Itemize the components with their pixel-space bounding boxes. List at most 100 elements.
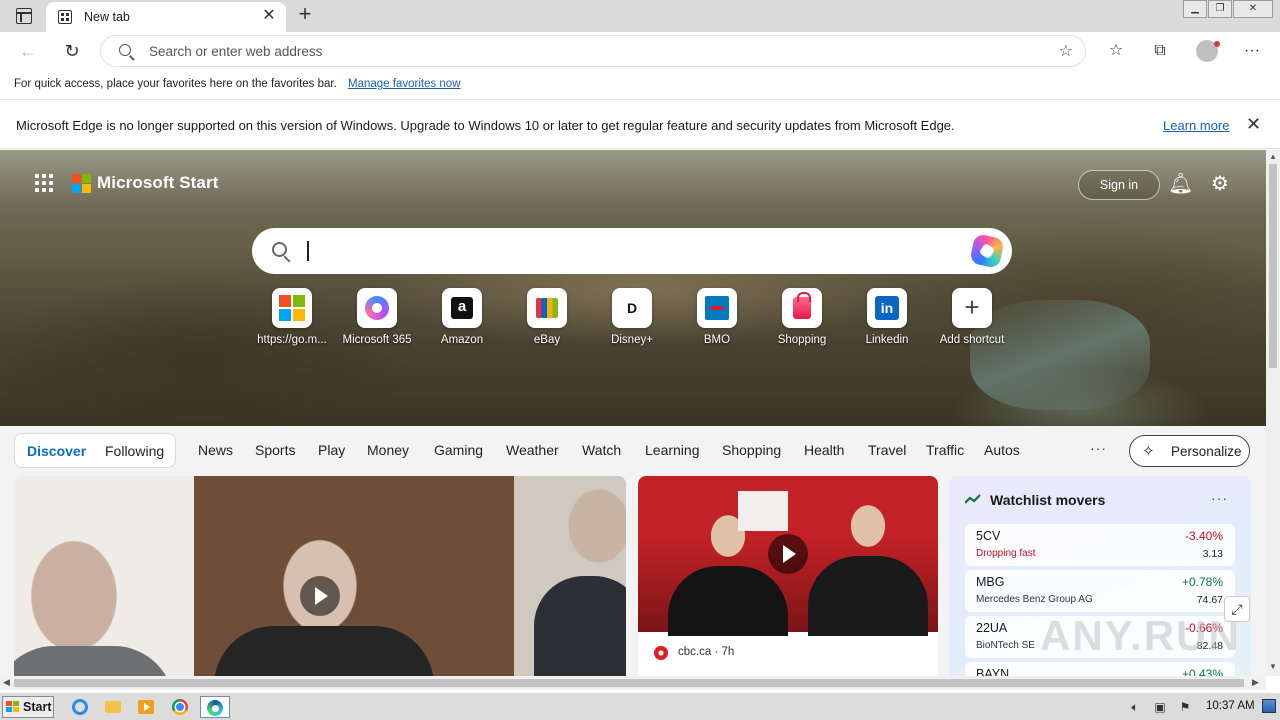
new-tab-favicon-icon — [58, 10, 72, 24]
shortcut-microsoft-365[interactable]: Microsoft 365 — [334, 288, 420, 346]
shopping-tile — [782, 288, 822, 328]
show-desktop-icon[interactable] — [1262, 699, 1276, 713]
folder-icon — [105, 701, 121, 713]
collections-icon[interactable]: ⧉ — [1147, 39, 1173, 63]
tab-title: New tab — [84, 10, 130, 24]
stock-name: BioNTech SE — [976, 640, 1035, 651]
watchlist-more-button[interactable]: ··· — [1211, 490, 1228, 506]
category-watch[interactable]: Watch — [582, 442, 621, 458]
play-icon[interactable] — [768, 534, 808, 574]
sign-in-button[interactable]: Sign in — [1078, 170, 1160, 200]
shortcut-bmo[interactable]: BMO — [674, 288, 760, 346]
new-tab-page: Microsoft Start Sign in 🔔︎ ⚙ https://go.… — [0, 150, 1266, 676]
favorites-icon[interactable]: ☆ — [1103, 39, 1129, 63]
category-news[interactable]: News — [198, 442, 233, 458]
category-money[interactable]: Money — [367, 442, 409, 458]
stock-symbol: BAYN — [976, 667, 1010, 676]
category-traffic[interactable]: Traffic — [926, 442, 964, 458]
play-icon[interactable] — [300, 576, 340, 616]
edge-taskbar-button[interactable] — [200, 696, 230, 718]
tab-following[interactable]: Following — [105, 443, 164, 459]
feed-navigation: Discover Following News Sports Play Mone… — [0, 426, 1266, 476]
manage-favorites-link[interactable]: Manage favorites now — [348, 78, 461, 90]
scroll-right-icon[interactable]: ▶ — [1252, 677, 1259, 688]
internet-explorer-taskbar-button[interactable] — [68, 696, 92, 718]
featured-video-card[interactable] — [14, 476, 626, 676]
stock-name: Dropping fast — [976, 548, 1036, 559]
scroll-up-icon[interactable]: ▲ — [1269, 152, 1277, 161]
category-gaming[interactable]: Gaming — [434, 442, 483, 458]
volume-icon[interactable]: 🔈︎ — [1128, 700, 1142, 714]
scrollbar-thumb[interactable] — [14, 679, 1244, 687]
shortcut-go-microsoft[interactable]: https://go.m... — [249, 288, 335, 346]
add-shortcut-button[interactable]: + Add shortcut — [929, 288, 1015, 346]
category-play[interactable]: Play — [318, 442, 345, 458]
horizontal-scrollbar[interactable]: ◀ ▶ — [0, 676, 1266, 690]
stock-change: +0.43% — [1181, 667, 1223, 676]
settings-more-icon[interactable]: ··· — [1239, 39, 1265, 63]
shortcut-disney-plus[interactable]: D Disney+ — [589, 288, 675, 346]
personalize-label: Personalize — [1171, 444, 1242, 459]
close-tab-icon[interactable]: ✕ — [260, 7, 278, 25]
disney-plus-icon: D — [626, 300, 638, 316]
watchlist-row[interactable]: BAYN +0.43% — [965, 662, 1235, 676]
chrome-taskbar-button[interactable] — [168, 696, 192, 718]
notifications-bell-icon[interactable]: 🔔︎ — [1168, 172, 1193, 196]
category-autos[interactable]: Autos — [984, 442, 1020, 458]
copilot-icon[interactable] — [969, 233, 1005, 269]
shortcut-shopping[interactable]: Shopping — [759, 288, 845, 346]
personalize-button[interactable]: ✧ Personalize — [1129, 435, 1250, 467]
close-window-button[interactable]: ✕ — [1233, 0, 1273, 18]
network-icon[interactable]: ▣ — [1153, 700, 1167, 714]
restore-window-button[interactable]: ❐ — [1208, 0, 1232, 18]
web-search-input[interactable] — [252, 228, 1012, 274]
action-center-flag-icon[interactable]: ⚑ — [1178, 700, 1192, 714]
watermark-logo: ANY.RUN — [1040, 612, 1241, 659]
category-travel[interactable]: Travel — [868, 442, 906, 458]
address-input[interactable]: Search or enter web address — [149, 44, 322, 59]
shortcut-ebay[interactable]: eBay — [504, 288, 590, 346]
stock-price: 74.67 — [1196, 594, 1223, 606]
media-player-taskbar-button[interactable] — [134, 696, 158, 718]
tab-new-tab[interactable]: New tab ✕ — [46, 2, 286, 32]
news-card[interactable]: cbc.ca · 7h — [638, 476, 938, 676]
close-icon[interactable]: ✕ — [1246, 114, 1261, 135]
shopping-bag-icon — [793, 292, 811, 319]
category-learning[interactable]: Learning — [645, 442, 700, 458]
file-explorer-taskbar-button[interactable] — [101, 696, 125, 718]
shortcut-linkedin[interactable]: in Linkedin — [844, 288, 930, 346]
taskbar-clock[interactable]: 10:37 AM — [1206, 700, 1255, 712]
tab-discover[interactable]: Discover — [27, 443, 86, 459]
refresh-button[interactable]: ↻ — [58, 38, 86, 64]
vertical-scrollbar[interactable]: ▲ ▼ — [1266, 150, 1280, 676]
address-bar[interactable]: Search or enter web address ☆ — [100, 35, 1086, 67]
category-shopping[interactable]: Shopping — [722, 442, 781, 458]
category-sports[interactable]: Sports — [255, 442, 295, 458]
more-categories-button[interactable]: ··· — [1090, 440, 1107, 456]
add-favorite-icon[interactable]: ☆ — [1059, 41, 1073, 61]
stock-symbol: 5CV — [976, 529, 1001, 543]
gear-icon[interactable]: ⚙ — [1208, 172, 1232, 196]
watchlist-row[interactable]: MBG Mercedes Benz Group AG +0.78% 74.67 — [965, 570, 1235, 612]
ebay-icon — [536, 298, 558, 318]
new-tab-button[interactable]: + — [294, 3, 316, 26]
shortcut-amazon[interactable]: a Amazon — [419, 288, 505, 346]
scroll-left-icon[interactable]: ◀ — [3, 677, 10, 688]
apps-grid-icon[interactable] — [35, 174, 53, 192]
profile-avatar[interactable] — [1196, 40, 1220, 62]
browser-toolbar: ← ↻ Search or enter web address ☆ ☆ ⧉ ··… — [0, 32, 1280, 70]
brand-title[interactable]: Microsoft Start — [97, 173, 218, 193]
shortcut-label: eBay — [533, 334, 561, 346]
category-weather[interactable]: Weather — [506, 442, 559, 458]
back-button[interactable]: ← — [14, 38, 42, 64]
start-button[interactable]: Start — [2, 696, 54, 718]
shortcut-label: Add shortcut — [939, 334, 1005, 346]
scrollbar-thumb[interactable] — [1269, 164, 1277, 368]
scroll-down-icon[interactable]: ▼ — [1269, 662, 1277, 671]
tab-actions-icon[interactable] — [16, 8, 32, 24]
learn-more-link[interactable]: Learn more — [1163, 118, 1229, 133]
watchlist-row[interactable]: 5CV Dropping fast -3.40% 3.13 — [965, 524, 1235, 566]
minimize-window-button[interactable]: ▁ — [1183, 0, 1207, 18]
category-health[interactable]: Health — [804, 442, 844, 458]
favorites-bar-hint: For quick access, place your favorites h… — [14, 78, 337, 90]
